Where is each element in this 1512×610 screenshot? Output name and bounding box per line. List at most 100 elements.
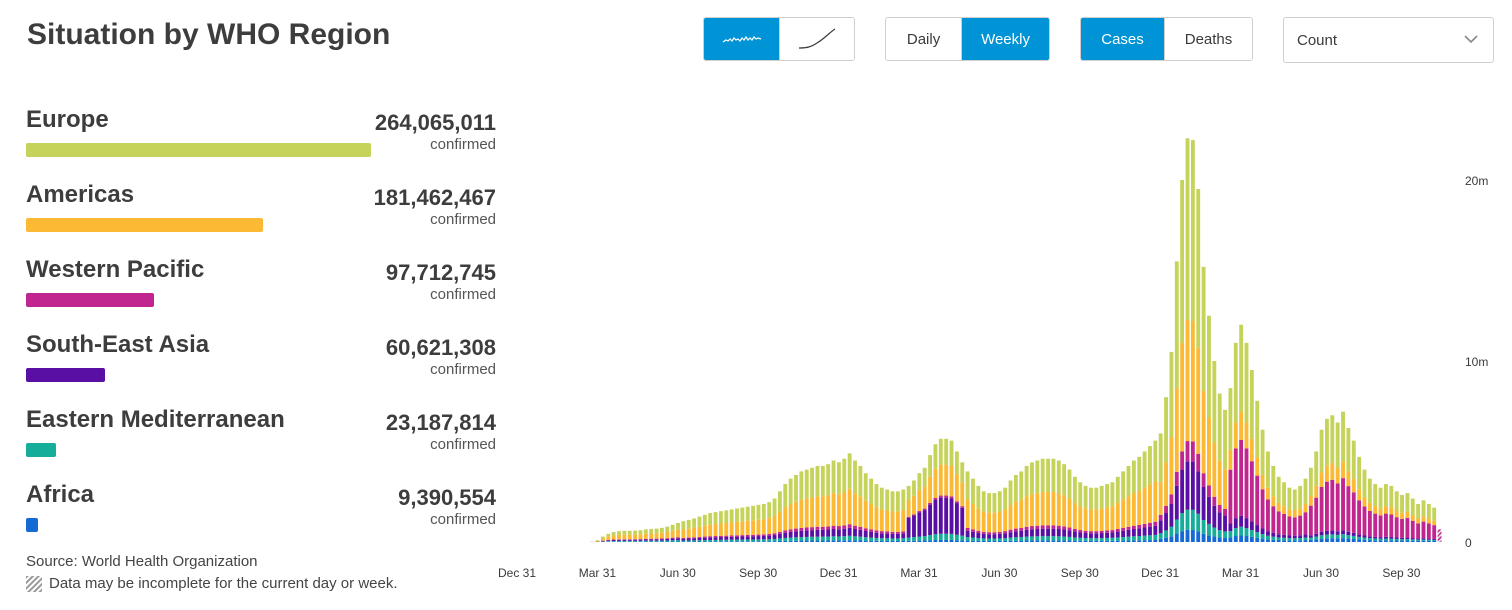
bar-segment xyxy=(831,540,836,542)
bar-segment xyxy=(627,534,632,540)
bar-segment xyxy=(718,535,723,538)
bar-segment xyxy=(756,539,761,542)
bar-segment xyxy=(1410,520,1415,539)
bar-segment xyxy=(1196,513,1201,532)
bar-segment xyxy=(1405,518,1410,538)
bar-segment xyxy=(600,538,605,541)
bar-segment xyxy=(1185,319,1190,442)
bar-segment xyxy=(697,526,702,537)
bar-segment xyxy=(772,535,777,539)
bar-segment xyxy=(729,539,734,542)
bar-segment xyxy=(885,510,890,532)
bar-segment xyxy=(1308,495,1313,506)
bar-segment xyxy=(633,530,638,535)
bar-segment xyxy=(794,531,798,538)
x-tick-label: Jun 30 xyxy=(1303,566,1339,580)
bar-segment xyxy=(1072,528,1077,532)
bar-segment xyxy=(1019,537,1024,541)
bar-segment xyxy=(836,529,841,537)
bar-segment xyxy=(756,519,761,535)
bar-segment xyxy=(879,533,884,539)
bar-segment xyxy=(1201,486,1206,520)
bar-segment xyxy=(1019,527,1024,531)
bar-segment xyxy=(1298,515,1303,536)
bar-segment xyxy=(917,540,922,542)
bar-segment xyxy=(681,521,686,530)
bar-segment xyxy=(1421,538,1426,540)
bar-segment xyxy=(1400,540,1404,542)
bar-segment xyxy=(1035,540,1040,542)
bar-segment xyxy=(1298,535,1303,539)
bar-segment xyxy=(1003,531,1008,534)
bar-segment xyxy=(1024,496,1029,527)
bar-segment xyxy=(1410,540,1415,542)
bar-segment xyxy=(820,540,825,542)
bar-segment xyxy=(788,540,793,542)
bar-segment xyxy=(1131,493,1136,526)
bar-segment xyxy=(1266,451,1270,488)
bar-segment xyxy=(1008,505,1013,530)
bar-segment xyxy=(1121,527,1126,531)
bar-segment xyxy=(665,538,670,539)
bar-segment xyxy=(1314,485,1319,498)
bar-segment xyxy=(783,530,788,533)
bar-segment xyxy=(1083,538,1088,541)
bar-segment xyxy=(1089,538,1093,541)
bar-segment xyxy=(1207,417,1211,486)
bar-segment xyxy=(1389,536,1394,539)
bar-segment xyxy=(702,537,707,541)
bar-segment xyxy=(1142,527,1147,536)
bar-segment xyxy=(1078,482,1083,507)
bar-segment xyxy=(1292,535,1297,539)
bar-segment xyxy=(997,540,1002,542)
bar-segment xyxy=(1389,540,1394,542)
bar-segment xyxy=(777,540,782,542)
bar-segment xyxy=(1426,539,1431,541)
bar-segment xyxy=(713,539,718,542)
bar-segment xyxy=(885,540,890,542)
bar-segment xyxy=(1357,536,1362,540)
bar-segment xyxy=(622,539,627,541)
bar-segment xyxy=(1255,457,1260,476)
bar-segment xyxy=(1308,467,1313,496)
bar-segment xyxy=(617,539,621,541)
bar-segment xyxy=(960,462,965,483)
bar-segment xyxy=(1217,393,1222,461)
bar-segment xyxy=(1046,528,1050,537)
bar-segment xyxy=(906,537,911,541)
bar-segment xyxy=(949,539,954,542)
bar-segment xyxy=(1148,522,1152,527)
bar-segment xyxy=(858,536,863,541)
bar-segment xyxy=(997,538,1002,541)
bar-segment xyxy=(901,540,906,542)
bar-segment xyxy=(944,438,949,465)
bar-segment xyxy=(665,532,670,539)
bar-segment xyxy=(922,540,927,542)
bar-segment xyxy=(1099,538,1104,541)
bar-segment xyxy=(1008,529,1013,533)
bar-segment xyxy=(1341,530,1345,535)
bar-segment xyxy=(1292,540,1297,542)
bar-segment xyxy=(1416,523,1421,539)
bar-segment xyxy=(906,540,911,542)
bar-segment xyxy=(1287,509,1292,517)
bar-segment xyxy=(1287,535,1292,539)
bar-segment xyxy=(1249,438,1254,462)
bar-segment xyxy=(751,520,756,535)
bar-segment xyxy=(981,491,986,512)
bar-segment xyxy=(783,532,788,538)
bar-segment xyxy=(1330,530,1335,535)
bar-segment xyxy=(992,534,997,539)
bar-segment xyxy=(1426,523,1431,539)
bar-segment xyxy=(1255,475,1260,526)
bar-segment xyxy=(1325,538,1329,542)
bar-segment xyxy=(611,535,616,540)
bar-segment xyxy=(1030,494,1034,527)
bar-segment xyxy=(810,530,815,537)
bar-segment xyxy=(617,534,621,540)
bar-segment xyxy=(1105,507,1109,531)
bar-segment xyxy=(649,528,654,534)
bar-segment xyxy=(1351,532,1356,536)
bar-segment xyxy=(960,535,965,541)
bar-segment xyxy=(804,530,809,537)
